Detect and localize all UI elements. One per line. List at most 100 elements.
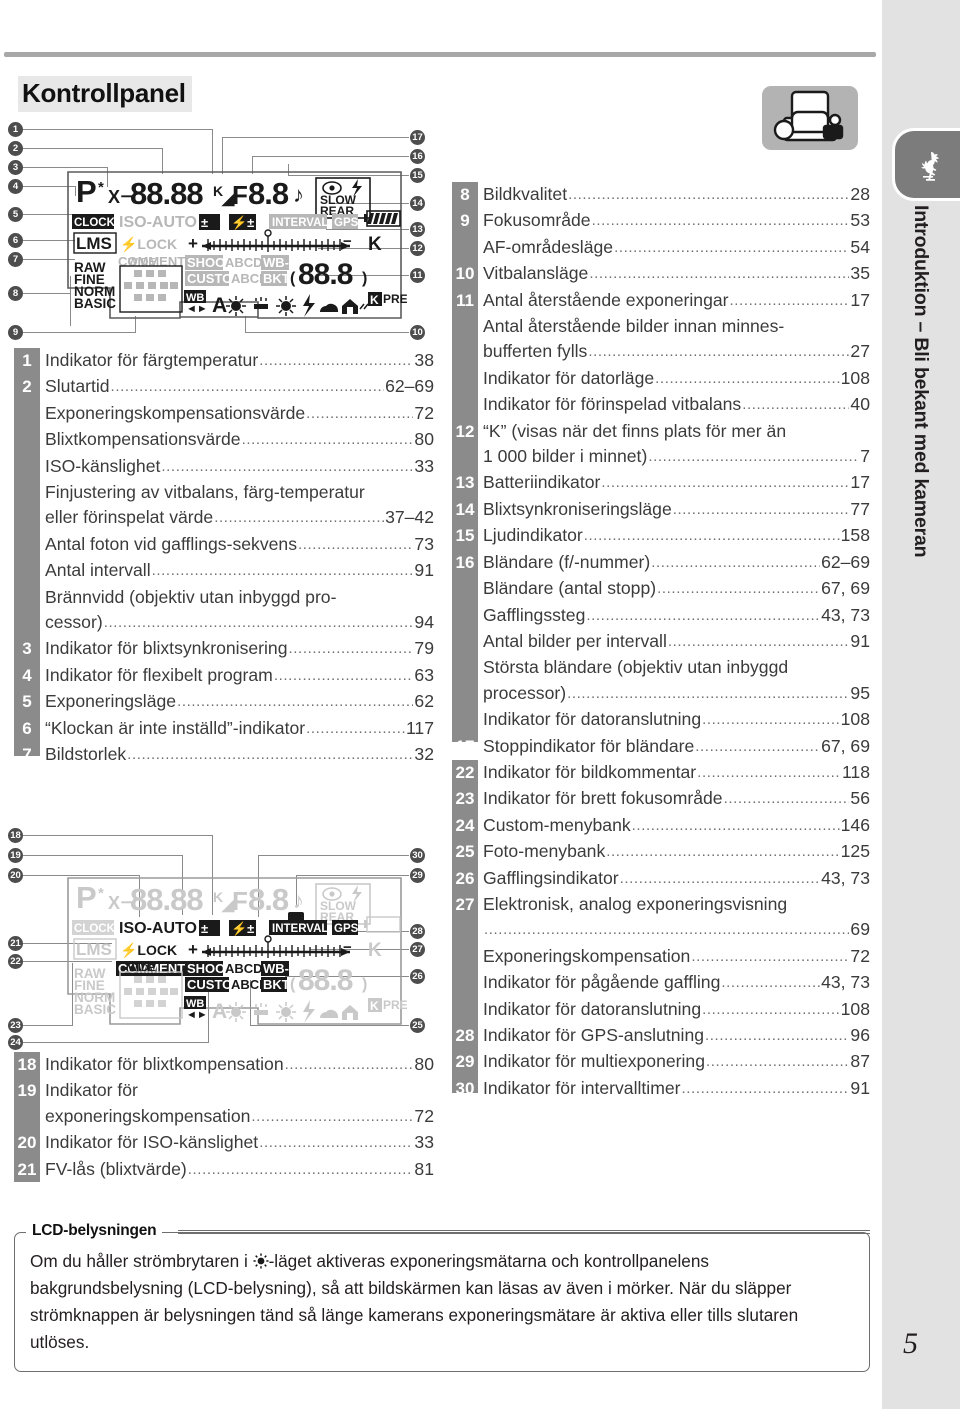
index-row-leader-dots: ........................................…: [601, 474, 850, 492]
svg-text:CLOCK: CLOCK: [74, 217, 116, 229]
index-row: 22 Indikator för bildkommentar...........…: [452, 760, 870, 786]
index-rows-left-upper: 1 Indikator för färgtemperatur...........…: [14, 348, 434, 769]
index-row-leader-dots: ........................................…: [187, 1160, 414, 1178]
callout-27: 27: [410, 942, 425, 957]
callout-23: 23: [8, 1018, 23, 1033]
index-row-page: 62–69: [385, 376, 434, 397]
index-row-page: 94: [414, 612, 434, 633]
callout-25: 25: [410, 1018, 425, 1033]
callout-26: 26: [410, 969, 425, 984]
index-row-leader-dots: ........................................…: [721, 974, 820, 992]
index-row-number: 22: [455, 763, 475, 782]
lcd-panel-graphic-bottom: P * X ⊣ 88.88 K ◢ F 8.8 ♪ SLOW REAR CLOC…: [62, 876, 408, 1026]
index-row-leader-dots: ........................................…: [702, 711, 840, 729]
index-row-label: AF-områdesläge: [483, 236, 614, 257]
camera-icon: [762, 86, 858, 150]
index-rows-right-lower: 22 Indikator för bildkommentar...........…: [452, 760, 870, 1102]
index-row-label: Indikator för blixtkompensation: [45, 1054, 284, 1074]
index-row-number: .: [452, 314, 478, 339]
index-row-label: Ljudindikator: [483, 525, 583, 546]
index-row-leader-dots: ........................................…: [110, 378, 385, 396]
index-row: .eller förinspelat värde................…: [14, 505, 434, 531]
index-row-number: 29: [455, 1052, 475, 1072]
svg-text:WIDE: WIDE: [128, 962, 155, 974]
callout-28: 28: [410, 924, 425, 939]
index-row: 1 Indikator för färgtemperatur...........…: [14, 348, 434, 374]
index-row-number: .: [452, 997, 478, 1022]
index-row: 27 Elektronisk, analog exponeringsvisning: [452, 892, 870, 917]
index-row-leader-dots: ........................................…: [702, 1000, 840, 1018]
chapter-tab[interactable]: [892, 128, 960, 201]
svg-text:⚡LOCK: ⚡LOCK: [120, 236, 177, 253]
index-row-page: 62–69: [821, 551, 870, 572]
callout-17: 17: [410, 130, 425, 145]
control-panel-diagram-top: 1 2 3 4 5 6 7 8 9 17 16 15 14 13 12 11 1…: [0, 118, 450, 343]
index-row-label: Indikator för datorläge: [483, 367, 655, 388]
svg-text:(: (: [290, 976, 296, 993]
index-row-leader-dots: ........................................…: [729, 291, 850, 309]
index-row-page: 91: [414, 560, 434, 581]
svg-text:BASIC: BASIC: [74, 1002, 116, 1017]
index-row-label: Bildstorlek: [45, 744, 127, 765]
leader-line: [23, 129, 213, 131]
index-row-label: Antal bilder per intervall: [483, 630, 667, 651]
sun-lamp-icon: [253, 1253, 269, 1269]
index-row-label: Indikator för förinspelad vitbalans: [483, 394, 742, 415]
note-body: Om du håller strömbrytaren i -läget akti…: [30, 1248, 856, 1356]
index-row-number: 25: [455, 842, 475, 862]
index-row: .Antal bilder per intervall.............…: [452, 629, 870, 655]
svg-text:ISO-AUTO: ISO-AUTO: [119, 920, 197, 937]
index-row-number: 27: [455, 895, 475, 915]
index-row-label: Indikator för intervalltimer: [483, 1077, 681, 1098]
leader-line: [252, 156, 409, 158]
index-row-label: Foto-menybank: [483, 841, 606, 862]
index-row: .Brännvidd (objektiv utan inbyggd pro-: [14, 585, 434, 610]
callout-5: 5: [8, 207, 23, 222]
index-row-number: 6: [22, 718, 32, 738]
index-row-label: processor): [483, 682, 567, 703]
index-row-leader-dots: ........................................…: [103, 614, 414, 632]
index-row-number: 13: [455, 473, 475, 493]
svg-text:8.8: 8.8: [248, 882, 289, 917]
index-row-label: Indikator för: [45, 1080, 138, 1101]
index-row-leader-dots: ........................................…: [214, 509, 384, 527]
index-row: 28 Indikator för GPS-anslutning..........…: [452, 1023, 870, 1049]
page-number: 5: [903, 1327, 918, 1360]
index-row-page: 63: [414, 664, 434, 685]
index-row-leader-dots: ........................................…: [667, 632, 850, 650]
index-row: .Indikator för datoranslutning..........…: [452, 707, 870, 733]
svg-text:*: *: [98, 885, 104, 902]
callout-6: 6: [8, 233, 23, 248]
index-column-right-upper: 8 Bildkvalitet...........................…: [452, 182, 870, 760]
index-column-right-lower: 22 Indikator för bildkommentar...........…: [452, 760, 870, 1102]
index-row-label: Fokusområde: [483, 210, 591, 231]
index-row-leader-dots: ........................................…: [568, 186, 850, 203]
index-row-number: 18: [17, 1055, 37, 1074]
index-row-number: 3: [22, 639, 32, 659]
index-row-label: Bländare (antal stopp): [483, 578, 657, 599]
index-row-leader-dots: ........................................…: [648, 448, 860, 466]
note-box-top-rule: [178, 1230, 870, 1234]
leader-line: [212, 129, 214, 174]
index-row-page: 108: [840, 709, 870, 730]
index-row: 30 Indikator för intervalltimer..........…: [452, 1076, 870, 1102]
callout-24: 24: [8, 1035, 23, 1050]
svg-text:LMS: LMS: [76, 234, 112, 253]
callout-22: 22: [8, 954, 23, 969]
index-row-leader-dots: ........................................…: [273, 666, 414, 684]
index-row-number: 4: [22, 665, 32, 685]
callout-9: 9: [8, 325, 23, 340]
index-column-left-lower: 18 Indikator för blixtkompensation.......…: [14, 1052, 434, 1183]
index-row-label: Antal återstående exponeringar: [483, 289, 729, 310]
svg-text:A: A: [212, 294, 227, 317]
index-row-page: 43, 73: [821, 604, 870, 625]
svg-text:LMS: LMS: [76, 940, 112, 959]
svg-text:): ): [362, 270, 367, 287]
callout-7: 7: [8, 252, 23, 267]
index-row-page: 80: [414, 1054, 434, 1074]
index-row-number: .: [452, 576, 478, 601]
index-row-number: 26: [455, 868, 475, 888]
index-row: .Indikator för pågående gaffling........…: [452, 970, 870, 996]
rooster-icon: [920, 151, 939, 181]
index-rows-right-upper: 8 Bildkvalitet...........................…: [452, 182, 870, 760]
